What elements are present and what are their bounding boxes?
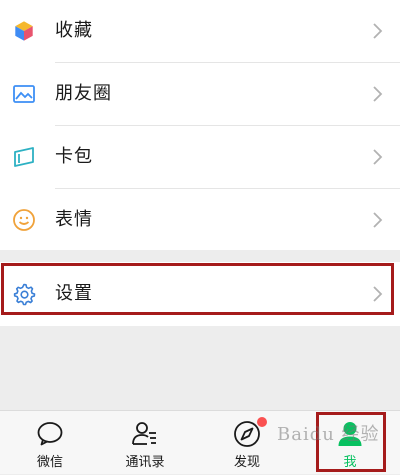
menu-item-label: 设置 <box>55 283 93 304</box>
card-wallet-icon <box>12 145 36 169</box>
menu-item-label: 收藏 <box>55 20 93 41</box>
menu-group-settings: 设置 <box>0 262 400 326</box>
menu-item-stickers[interactable]: 表情 <box>0 189 400 251</box>
menu-item-moments[interactable]: 朋友圈 <box>0 63 400 125</box>
chevron-right-icon <box>373 149 383 165</box>
notification-badge <box>257 417 267 427</box>
chevron-right-icon <box>373 23 383 39</box>
chevron-right-icon <box>373 212 383 228</box>
favorites-cube-icon <box>12 19 36 43</box>
menu-item-settings[interactable]: 设置 <box>0 262 400 326</box>
menu-item-favorites[interactable]: 收藏 <box>0 0 400 62</box>
tab-contacts[interactable]: 通讯录 <box>95 411 195 475</box>
tab-label: 微信 <box>36 455 63 470</box>
menu-group-main: 收藏 朋友圈 卡包 表情 <box>0 0 400 250</box>
gear-icon <box>12 282 36 306</box>
tab-label: 通讯录 <box>125 455 165 470</box>
tab-label: 我 <box>343 455 357 470</box>
menu-item-label: 朋友圈 <box>55 83 112 104</box>
menu-item-card-wallet[interactable]: 卡包 <box>0 126 400 188</box>
moments-picture-icon <box>12 82 36 106</box>
chat-bubble-icon <box>37 422 63 446</box>
watermark: Baidu 经验 <box>277 424 380 445</box>
sticker-smile-icon <box>12 208 36 232</box>
menu-item-label: 卡包 <box>55 146 93 167</box>
chevron-right-icon <box>373 286 383 302</box>
menu-item-label: 表情 <box>55 209 93 230</box>
chevron-right-icon <box>373 86 383 102</box>
tab-label: 发现 <box>233 455 260 470</box>
contacts-icon <box>132 422 156 445</box>
tab-chats[interactable]: 微信 <box>0 411 100 475</box>
